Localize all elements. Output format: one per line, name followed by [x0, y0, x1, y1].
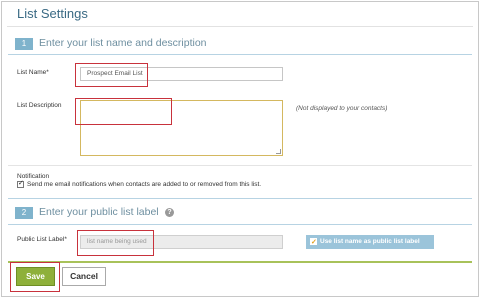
notification-row: Send me email notifications when contact…: [17, 179, 262, 189]
question-circle-icon[interactable]: ?: [165, 208, 174, 217]
page-title: List Settings: [17, 6, 88, 21]
list-name-label: List Name*: [17, 69, 49, 76]
actions-divider: [8, 261, 472, 263]
section-1-header: 1 Enter your list name and description: [15, 37, 470, 53]
cancel-button[interactable]: Cancel: [62, 267, 106, 286]
use-list-name-checkbox[interactable]: [310, 236, 317, 250]
list-description-label: List Description: [17, 102, 62, 109]
use-list-name-label: Use list name as public list label: [320, 238, 420, 245]
section-2-number: 2: [15, 207, 33, 219]
notification-text: Send me email notifications when contact…: [27, 181, 262, 189]
description-divider: [8, 165, 472, 166]
section-2-divider: [8, 224, 472, 225]
notification-checkbox[interactable]: [17, 179, 24, 188]
section-1-number: 1: [15, 38, 33, 50]
resize-grip-icon[interactable]: [276, 149, 281, 154]
title-divider: [7, 26, 473, 27]
section-2-heading: Enter your public list label: [39, 206, 159, 218]
section-1-divider: [8, 54, 472, 55]
list-description-textarea[interactable]: [80, 100, 283, 156]
save-button[interactable]: Save: [16, 267, 55, 286]
public-label-label: Public List Label*: [17, 236, 67, 243]
description-note: (Not displayed to your contacts): [296, 105, 388, 112]
list-name-input[interactable]: Prospect Email List: [80, 67, 283, 81]
section-1-heading: Enter your list name and description: [39, 37, 207, 49]
public-label-input[interactable]: list name being used: [80, 235, 283, 249]
section-2-header: 2 Enter your public list label ?: [15, 206, 470, 222]
use-list-name-toggle[interactable]: Use list name as public list label: [306, 235, 434, 250]
section-2-top-divider: [8, 198, 472, 199]
